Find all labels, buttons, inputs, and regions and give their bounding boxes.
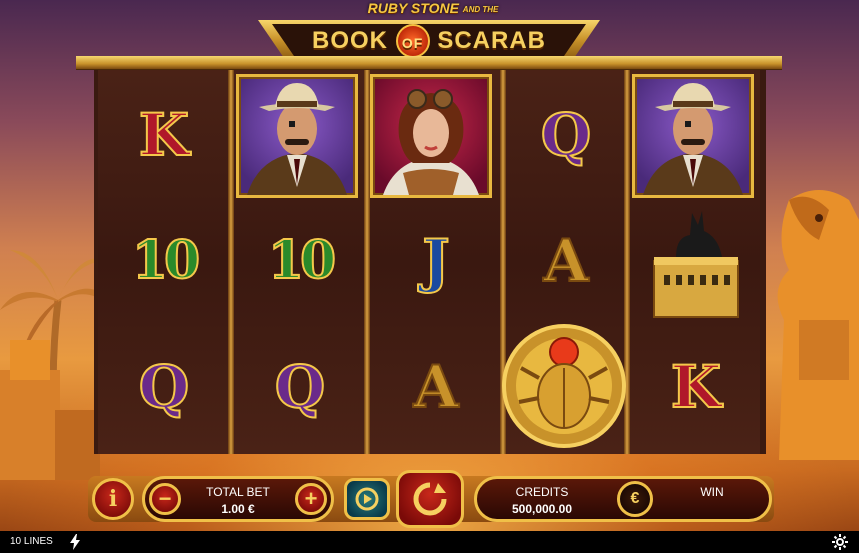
symbol-k-letter: K <box>138 101 190 169</box>
logo-scarab: SCARAB <box>437 27 546 54</box>
ruby-portrait-icon <box>383 89 479 195</box>
horus-statue-image <box>777 190 859 460</box>
logo-subtitle: RUBY STONE AND THE <box>338 0 528 18</box>
symbol-q: Q <box>238 324 362 450</box>
lines-count: 10 LINES <box>10 536 53 547</box>
credits-value: 500,000.00 <box>511 502 573 516</box>
symbol-10: 10 <box>102 198 226 324</box>
game-screen: RUBY STONE AND THE BOOK OF SCARAB K 10 Q <box>0 0 859 553</box>
control-bar: i − TOTAL BET 1.00 € + CREDITS 500,000.0… <box>88 470 774 528</box>
symbol-a-letter: A <box>542 227 589 295</box>
currency-toggle-button[interactable]: € <box>617 481 653 517</box>
logo-title: BOOK OF SCARAB <box>278 24 580 58</box>
symbol-k-letter: K <box>670 353 722 421</box>
logo-book: BOOK <box>311 27 388 54</box>
symbol-a: A <box>504 198 628 324</box>
spin-button[interactable] <box>396 470 464 528</box>
ruins-image <box>0 340 100 480</box>
logo-ruby-stone: RUBY STONE <box>367 0 459 16</box>
symbol-scarab <box>498 318 630 454</box>
anubis-icon <box>653 211 739 318</box>
spin-icon <box>413 482 447 516</box>
symbol-detective <box>236 74 358 198</box>
symbol-q: Q <box>504 72 628 198</box>
euro-icon: € <box>630 490 640 507</box>
logo-and-the: AND THE <box>462 4 499 14</box>
symbol-anubis <box>634 198 758 324</box>
symbol-q-letter: Q <box>138 353 191 421</box>
logo-of: OF <box>395 24 430 58</box>
symbol-k: K <box>102 72 226 198</box>
info-button[interactable]: i <box>92 478 134 520</box>
total-bet-panel: − TOTAL BET 1.00 € + <box>142 476 334 522</box>
autoplay-icon <box>355 487 379 511</box>
autoplay-button[interactable] <box>344 478 390 520</box>
info-icon: i <box>108 486 118 512</box>
game-logo: RUBY STONE AND THE BOOK OF SCARAB <box>258 0 600 62</box>
credits-label: CREDITS <box>515 485 569 499</box>
symbol-10-letter: 10 <box>131 230 201 291</box>
reel-area: K 10 Q 10 Q J A Q A K <box>94 70 766 454</box>
plus-icon: + <box>304 486 318 511</box>
symbol-k: K <box>634 324 758 450</box>
symbol-a-letter: A <box>412 353 459 421</box>
symbol-q: Q <box>102 324 226 450</box>
symbol-a: A <box>374 324 498 450</box>
symbol-10-letter: 10 <box>267 230 337 291</box>
turbo-icon[interactable] <box>70 534 80 550</box>
symbol-j: J <box>374 198 498 324</box>
symbol-detective <box>632 74 754 198</box>
win-label: WIN <box>700 485 724 499</box>
detective-portrait-icon <box>247 83 347 195</box>
symbol-q-letter: Q <box>274 353 327 421</box>
increase-bet-button[interactable]: + <box>295 483 327 515</box>
symbol-ruby-stone <box>370 74 492 198</box>
reel-frame-top <box>76 56 782 70</box>
symbol-q-letter: Q <box>540 101 593 169</box>
symbol-10: 10 <box>238 198 362 324</box>
symbol-j-letter: J <box>421 227 450 295</box>
status-bar: 10 LINES <box>0 531 859 553</box>
settings-gear-icon[interactable] <box>832 534 848 550</box>
detective-portrait-icon <box>643 83 743 195</box>
scarab-icon <box>502 324 626 448</box>
credits-win-panel: CREDITS 500,000.00 € WIN <box>474 476 772 522</box>
